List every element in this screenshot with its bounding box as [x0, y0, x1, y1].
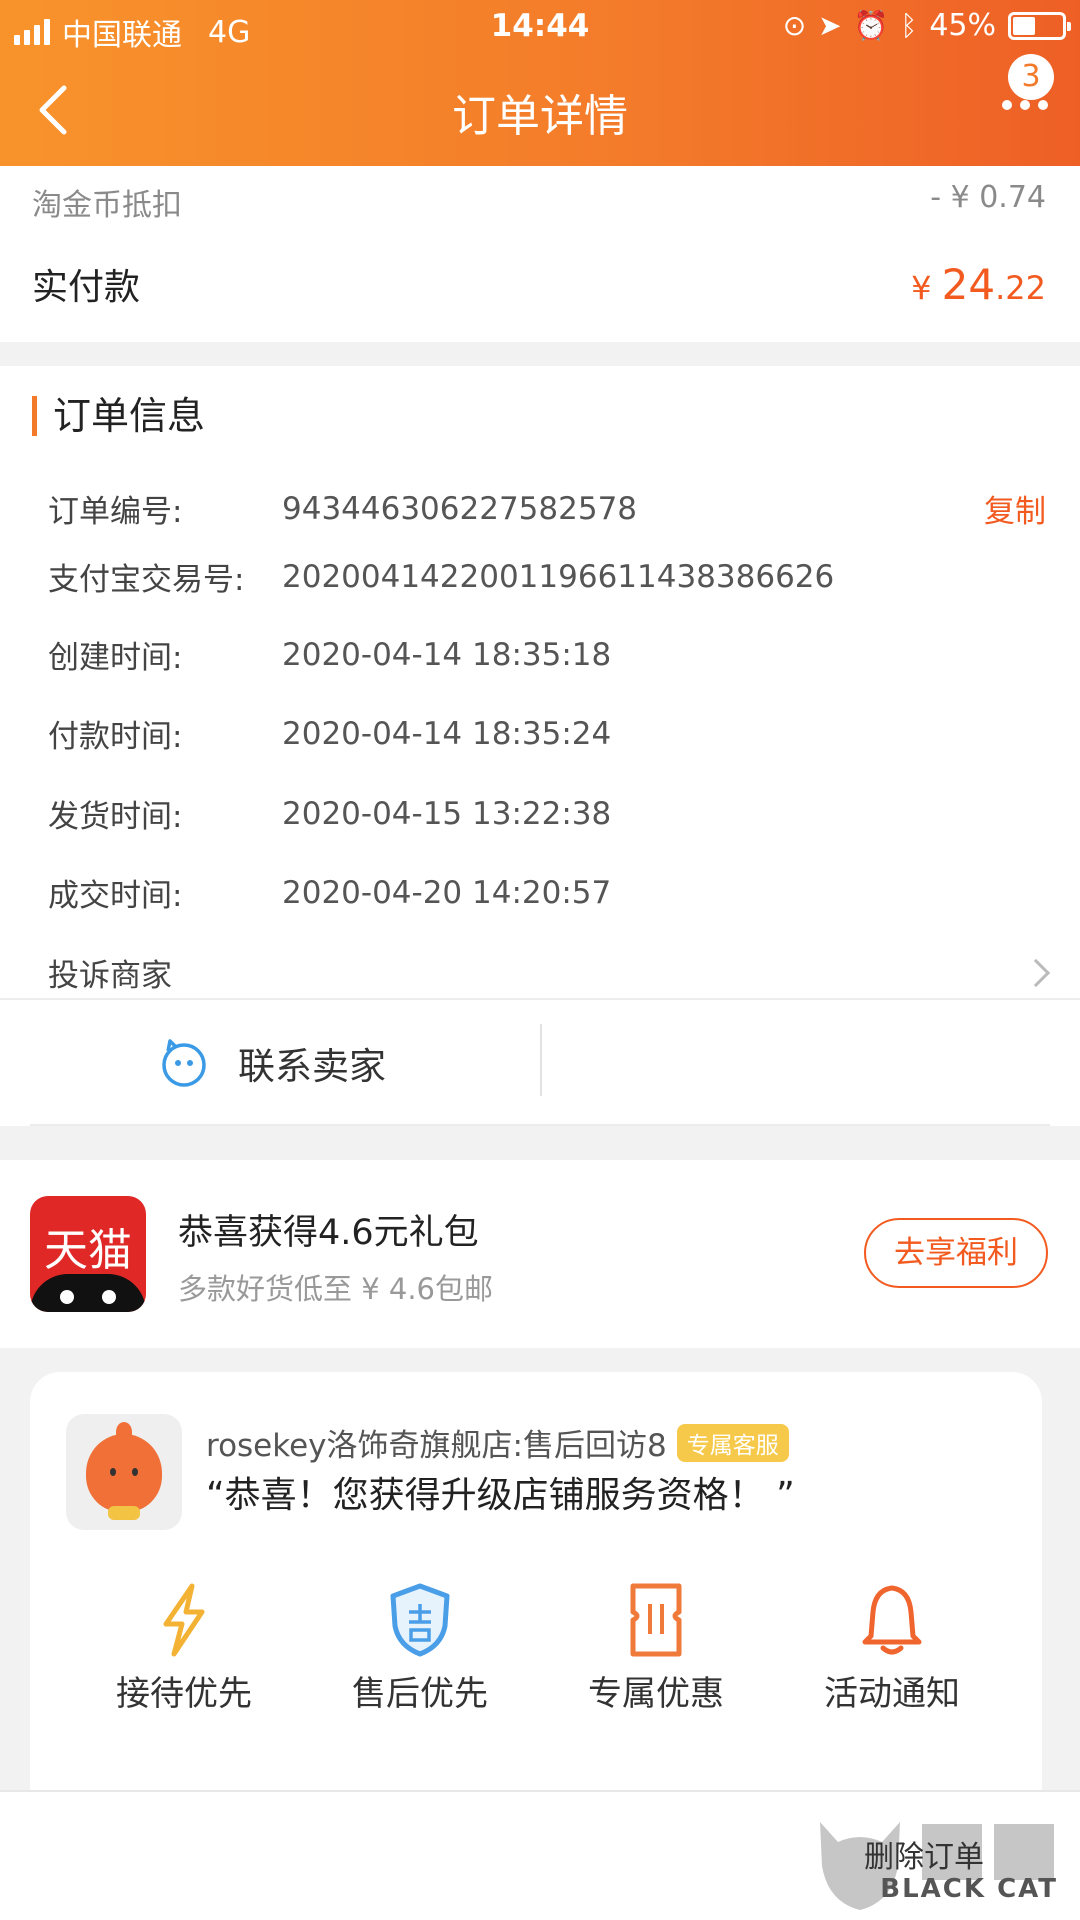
service-item-exclusive-discount[interactable]: 专属优惠	[556, 1582, 756, 1715]
info-label: 创建时间:	[48, 640, 183, 676]
promo-title: 恭喜获得4.6元礼包	[178, 1213, 479, 1253]
coin-deduction-value: - ¥ 0.74	[930, 180, 1046, 215]
completed-time-row: 成交时间: 2020-04-20 14:20:57	[48, 870, 1046, 915]
promo-subtitle: 多款好货低至 ¥ 4.6包邮	[178, 1272, 494, 1306]
info-value: 2020-04-15 13:22:38	[282, 795, 612, 832]
paid-amount-row: 实付款 ¥ 24.22	[32, 258, 1046, 310]
more-menu-button[interactable]	[1002, 100, 1048, 110]
chat-bubble-icon	[162, 1039, 206, 1087]
shop-name: rosekey洛饰奇旗舰店:售后回访8 专属客服	[206, 1420, 789, 1465]
tmall-logo: 天猫	[30, 1196, 146, 1312]
battery-icon	[1008, 11, 1071, 40]
order-info-title: 订单信息	[32, 396, 205, 436]
service-item-reception-priority[interactable]: 接待优先	[84, 1582, 284, 1715]
exclusive-service-tag: 专属客服	[676, 1423, 789, 1462]
bell-icon	[862, 1585, 922, 1655]
header: 中国联通 4G 14:44 ⊙ ➤ ⏰ ᛒ 45% 订单详情 3	[0, 0, 1080, 166]
info-value: 2020-04-14 18:35:18	[282, 636, 612, 673]
paid-label: 实付款	[32, 267, 141, 308]
order-info-section: 订单信息 订单编号: 943446306227582578 复制 支付宝交易号:…	[0, 366, 1080, 1126]
shield-icon	[390, 1583, 450, 1657]
bluetooth-icon: ᛒ	[900, 9, 918, 42]
tmall-logo-text: 天猫	[44, 1225, 132, 1276]
service-message: “恭喜！您获得升级店铺服务资格！ ”	[206, 1475, 795, 1516]
lightning-icon	[163, 1583, 205, 1657]
battery-percent: 45%	[929, 8, 996, 43]
service-item-label: 专属优惠	[588, 1674, 724, 1714]
shop-avatar	[66, 1414, 182, 1530]
service-item-label: 接待优先	[116, 1674, 252, 1714]
info-value: 2020041422001196611438386626	[282, 558, 835, 595]
claim-benefit-button[interactable]: 去享福利	[864, 1218, 1048, 1288]
currency-symbol: ¥	[911, 269, 932, 307]
alarm-icon: ⏰	[853, 9, 889, 42]
service-item-activity-notice[interactable]: 活动通知	[792, 1582, 992, 1715]
status-right: ⊙ ➤ ⏰ ᛒ 45%	[782, 8, 1071, 43]
info-value: 2020-04-20 14:20:57	[282, 874, 612, 911]
divider	[0, 998, 1080, 1000]
info-label: 成交时间:	[48, 878, 183, 914]
page-title: 订单详情	[452, 91, 628, 142]
alipay-trade-row: 支付宝交易号: 2020041422001196611438386626	[48, 554, 1046, 599]
shipped-time-row: 发货时间: 2020-04-15 13:22:38	[48, 791, 1046, 836]
vertical-divider	[540, 1024, 542, 1096]
coin-deduction-row: 淘金币抵扣 - ¥ 0.74	[32, 180, 1046, 224]
copy-button[interactable]: 复制	[984, 486, 1046, 531]
payment-summary: 淘金币抵扣 - ¥ 0.74 实付款 ¥ 24.22	[0, 166, 1080, 342]
info-value: 2020-04-14 18:35:24	[282, 715, 612, 752]
location-icon: ➤	[818, 9, 842, 42]
paid-amount: ¥ 24.22	[911, 260, 1046, 309]
info-label: 发货时间:	[48, 799, 183, 835]
service-item-label: 活动通知	[824, 1674, 960, 1714]
complain-merchant-row[interactable]: 投诉商家	[48, 950, 1051, 995]
info-label: 订单编号:	[48, 494, 183, 530]
status-bar: 中国联通 4G 14:44 ⊙ ➤ ⏰ ᛒ 45%	[0, 0, 1080, 56]
divider	[30, 1124, 1050, 1126]
contact-seller-button[interactable]: 联系卖家	[158, 1036, 386, 1090]
shop-name-text: rosekey洛饰奇旗舰店:售后回访8	[206, 1428, 667, 1464]
coupon-icon	[630, 1583, 682, 1657]
rotation-lock-icon: ⊙	[782, 9, 807, 42]
info-label: 付款时间:	[48, 719, 183, 755]
chevron-right-icon	[1021, 958, 1051, 987]
info-label: 支付宝交易号:	[48, 562, 245, 598]
complain-merchant-label: 投诉商家	[48, 958, 172, 994]
coin-deduction-label: 淘金币抵扣	[32, 188, 182, 223]
paid-amount-decimal: .22	[995, 269, 1046, 307]
watermark-text: BLACK CAT	[880, 1874, 1058, 1904]
order-number-row: 订单编号: 943446306227582578 复制	[48, 486, 1046, 531]
bottom-action-bar: 删除订单 BLACK CAT	[0, 1790, 1080, 1920]
created-time-row: 创建时间: 2020-04-14 18:35:18	[48, 632, 1046, 677]
delete-order-button[interactable]: 删除订单	[864, 1832, 984, 1876]
info-value: 943446306227582578	[282, 490, 638, 527]
service-item-label: 售后优先	[352, 1674, 488, 1714]
cat-face-icon	[30, 1274, 146, 1312]
paid-amount-integer: 24	[941, 260, 996, 309]
tmall-promo-banner[interactable]: 天猫 恭喜获得4.6元礼包 多款好货低至 ¥ 4.6包邮 去享福利	[0, 1160, 1080, 1348]
contact-seller-label: 联系卖家	[238, 1045, 386, 1088]
paid-time-row: 付款时间: 2020-04-14 18:35:24	[48, 711, 1046, 756]
notification-badge[interactable]: 3	[1008, 54, 1054, 100]
service-item-aftersale-priority[interactable]: 售后优先	[320, 1582, 520, 1715]
